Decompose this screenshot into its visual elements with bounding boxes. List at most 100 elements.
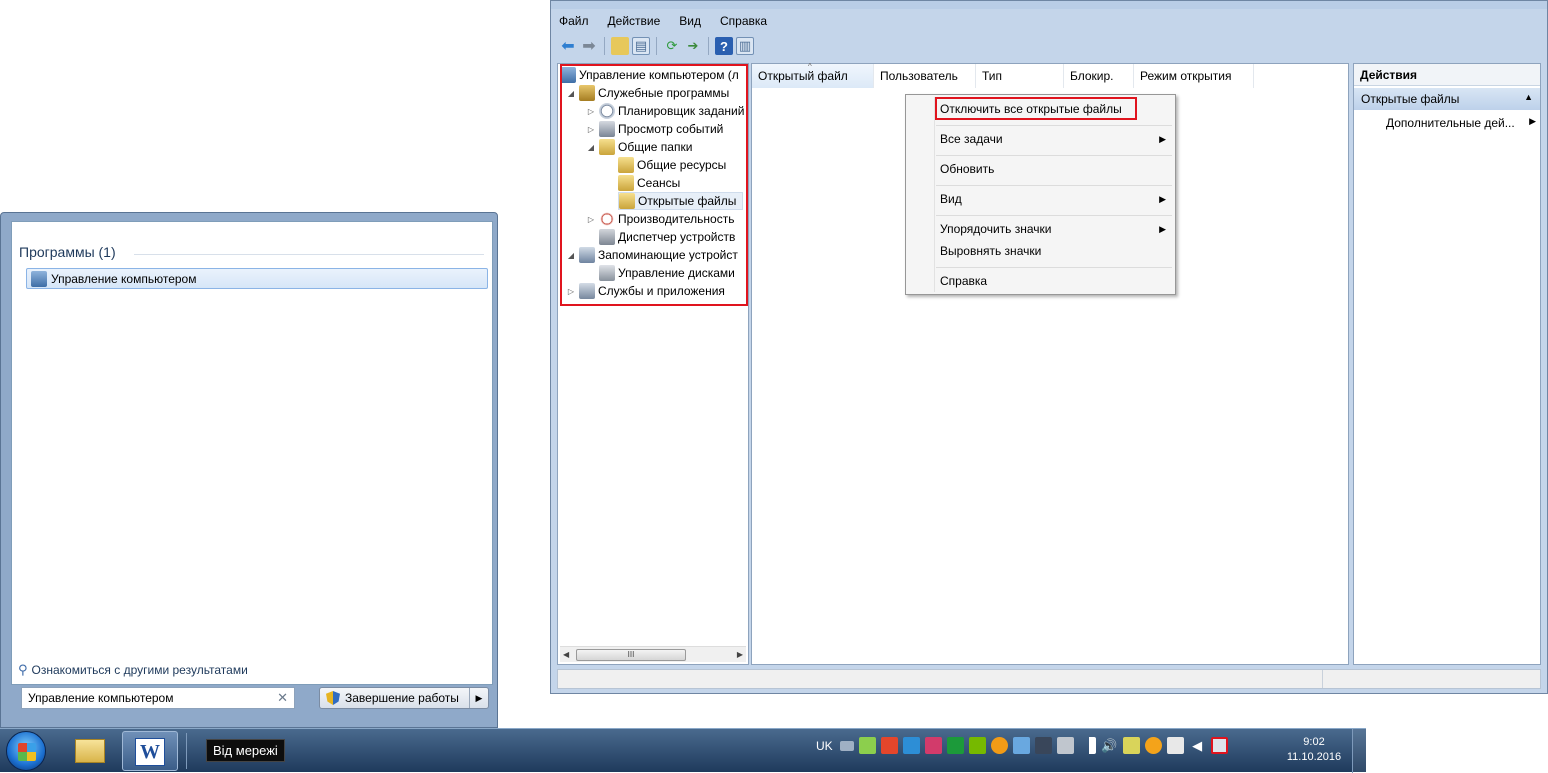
header-divider xyxy=(134,254,484,255)
speaker-icon[interactable]: ◀ xyxy=(1189,737,1206,754)
ctx-separator xyxy=(936,215,1172,216)
windows-logo-icon xyxy=(18,743,36,761)
taskbar-word-button[interactable]: W xyxy=(122,731,178,771)
shield-icon xyxy=(326,691,340,705)
column-user[interactable]: Пользователь xyxy=(874,64,976,88)
toolbar-separator xyxy=(708,37,709,55)
refresh-icon[interactable]: ⟳ xyxy=(663,37,681,55)
back-arrow-icon[interactable]: ⬅ xyxy=(559,37,577,55)
shutdown-button[interactable]: Завершение работы xyxy=(320,688,470,708)
show-hide-tree-icon[interactable]: ▤ xyxy=(632,37,650,55)
see-more-results-label: Ознакомиться с другими результатами xyxy=(31,663,248,677)
tree-horizontal-scrollbar[interactable]: ◀ III ▶ xyxy=(560,646,746,662)
avast-icon[interactable] xyxy=(990,737,1008,754)
actions-header: Действия xyxy=(1354,64,1540,86)
keyboard-icon[interactable] xyxy=(839,740,854,751)
ctx-item-label: Обновить xyxy=(940,162,995,176)
monitor-icon[interactable] xyxy=(946,737,964,754)
column-label: Пользователь xyxy=(880,69,958,83)
screen-icon[interactable] xyxy=(1056,737,1074,754)
volume-icon[interactable]: 🔊 xyxy=(1101,737,1118,754)
signal-icon[interactable] xyxy=(1078,737,1096,754)
flash-icon[interactable] xyxy=(880,737,898,754)
menu-help[interactable]: Справка xyxy=(718,13,769,29)
ctx-view[interactable]: Вид ▶ xyxy=(940,190,1166,208)
up-folder-icon[interactable] xyxy=(611,37,629,55)
actions-section-open-files[interactable]: Открытые файлы ▲ xyxy=(1354,88,1540,110)
search-result-computer-management[interactable]: Управление компьютером xyxy=(26,268,488,289)
help-icon[interactable]: ? xyxy=(715,37,733,55)
nvidia-icon[interactable] xyxy=(968,737,986,754)
export-list-icon[interactable]: ➔ xyxy=(684,37,702,55)
shutdown-label: Завершение работы xyxy=(345,691,459,705)
column-label: Блокир. xyxy=(1070,69,1114,83)
taskbar-explorer-button[interactable] xyxy=(62,731,118,771)
language-indicator[interactable]: UK xyxy=(816,739,833,753)
see-more-results-link[interactable]: ⚲ Ознакомиться с другими результатами xyxy=(18,662,248,678)
drive-icon[interactable] xyxy=(1122,737,1140,754)
submenu-arrow-icon: ▶ xyxy=(1159,193,1166,204)
toolbar-separator xyxy=(656,37,657,55)
start-search-input[interactable]: Управление компьютером ✕ xyxy=(21,687,295,709)
ctx-separator xyxy=(936,125,1172,126)
column-locks[interactable]: Блокир. xyxy=(1064,64,1134,88)
search-icon: ⚲ xyxy=(18,662,28,677)
shutdown-options-arrow[interactable]: ▶ xyxy=(470,693,488,704)
ctx-all-tasks[interactable]: Все задачи ▶ xyxy=(940,130,1166,148)
collapse-up-icon[interactable]: ▲ xyxy=(1524,92,1533,106)
scroll-left-icon[interactable]: ◀ xyxy=(563,650,569,659)
taskbar: W Від мережі UK 🔊 ◀ 9:02 11.10.2016 xyxy=(0,728,1366,773)
column-type[interactable]: Тип xyxy=(976,64,1064,88)
network-disconnected-icon[interactable] xyxy=(1210,737,1228,754)
scroll-right-icon[interactable]: ▶ xyxy=(737,650,743,659)
submenu-arrow-icon: ▶ xyxy=(1159,133,1166,144)
column-open-file[interactable]: ^ Открытый файл xyxy=(752,62,874,88)
menu-action[interactable]: Действие xyxy=(606,13,663,29)
clear-search-icon[interactable]: ✕ xyxy=(277,690,288,706)
ctx-separator xyxy=(936,155,1172,156)
tool-icon[interactable] xyxy=(924,737,942,754)
menu-view[interactable]: Вид xyxy=(677,13,703,29)
programs-header: Программы (1) xyxy=(19,244,116,260)
more-actions-label: Дополнительные дей... xyxy=(1386,116,1515,130)
ctx-item-label: Вид xyxy=(940,192,962,206)
clock[interactable]: 9:02 11.10.2016 xyxy=(1282,735,1346,765)
show-desktop-button[interactable] xyxy=(1352,729,1366,773)
ctx-separator xyxy=(936,267,1172,268)
context-menu: Отключить все открытые файлы Все задачи … xyxy=(905,94,1176,295)
ctx-arrange-icons[interactable]: Упорядочить значки ▶ xyxy=(940,220,1166,238)
ctx-line-up-icons[interactable]: Выровнять значки xyxy=(940,242,1166,260)
folder-icon xyxy=(75,739,105,763)
submenu-arrow-icon: ▶ xyxy=(1529,116,1536,126)
start-menu: Программы (1) Управление компьютером ⚲ О… xyxy=(0,212,498,728)
network-manager-icon[interactable] xyxy=(1012,737,1030,754)
sort-ascending-icon: ^ xyxy=(808,62,812,71)
clock-date: 11.10.2016 xyxy=(1286,751,1342,763)
network-tooltip: Від мережі xyxy=(206,739,285,762)
title-bar[interactable] xyxy=(551,1,1547,9)
column-label: Открытый файл xyxy=(758,69,848,83)
ctx-refresh[interactable]: Обновить xyxy=(940,160,1166,178)
forward-arrow-icon[interactable]: ➡ xyxy=(580,37,598,55)
status-bar-divider xyxy=(1322,670,1323,688)
word-icon: W xyxy=(135,738,165,766)
sync-icon[interactable] xyxy=(902,737,920,754)
scroll-thumb[interactable]: III xyxy=(576,648,686,661)
actions-pane: Действия Открытые файлы ▲ Дополнительные… xyxy=(1353,63,1541,665)
column-label: Режим открытия xyxy=(1140,69,1232,83)
update-icon[interactable] xyxy=(1144,737,1162,754)
more-actions-item[interactable]: Дополнительные дей... ▶ xyxy=(1386,116,1536,130)
start-menu-results-panel: Программы (1) Управление компьютером ⚲ О… xyxy=(11,221,493,685)
ctx-help[interactable]: Справка xyxy=(940,272,1166,290)
menu-file[interactable]: Файл xyxy=(557,13,591,29)
status-bar xyxy=(557,669,1541,689)
evernote-icon[interactable] xyxy=(858,737,876,754)
show-hide-action-pane-icon[interactable]: ▥ xyxy=(736,37,754,55)
ctx-item-label: Все задачи xyxy=(940,132,1003,146)
column-open-mode[interactable]: Режим открытия xyxy=(1134,64,1254,88)
taskbar-separator xyxy=(186,733,196,769)
display-icon[interactable] xyxy=(1034,737,1052,754)
usb-icon[interactable] xyxy=(1166,737,1184,754)
system-tray: UK 🔊 ◀ xyxy=(816,737,1228,754)
start-button[interactable] xyxy=(6,731,46,771)
